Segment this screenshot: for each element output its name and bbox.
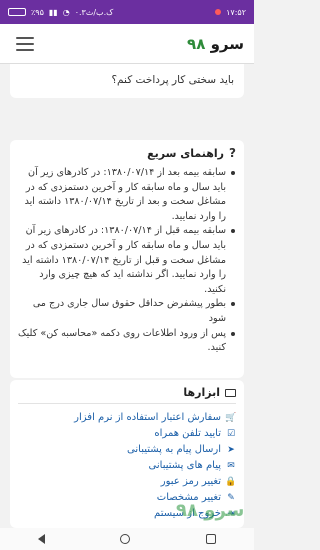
tool-link-support-messages[interactable]: ✉ پیام های پشتیبانی [18,458,236,474]
guide-item: سابقه بیمه قبل از ۱۳۸۰/۰۷/۱۴: در کادرهای… [16,224,236,297]
tool-link-label[interactable]: ارسال پیام به پشتیبانی [127,442,221,458]
signal-icon: ▮▮ [48,7,58,17]
status-right: ۱۷:۵۲ [215,8,246,17]
tools-header: ابزارها [18,386,236,404]
tool-link-change-password[interactable]: 🔒 تغییر رمز عبور [18,474,237,490]
home-icon[interactable] [120,534,131,544]
guide-item: پس از ورود اطلاعات روی دکمه «محاسبه کن» … [16,327,236,356]
tool-link-label[interactable]: تایید تلفن همراه [154,426,221,442]
app-header: سرو ۹۸ [0,24,254,64]
battery-level: ٪۹۵ [31,7,44,17]
status-time: ۱۷:۵۲ [226,7,246,17]
wifi-icon: ◔ [62,7,70,17]
question-card: باید سختی کار پرداخت کنم؟ [10,64,244,98]
guide-title: راهنمای سریع [147,146,225,160]
tool-link-order-credit[interactable]: 🛒 سفارش اعتبار استفاده از نرم افزار [18,410,236,426]
logo-number: ۹۸ [187,34,206,53]
tool-link-send-message[interactable]: ➤ ارسال پیام به پشتیبانی [18,442,236,458]
tool-link-label[interactable]: پیام های پشتیبانی [149,458,221,474]
menu-icon[interactable] [16,36,34,51]
status-bar: ٪۹۵ ▮▮ ◔ ۰.۳ک.ب/ث ۱۷:۵۲ [0,0,254,24]
monitor-icon [225,388,236,397]
check-square-icon: ☑ [226,429,236,439]
guide-item: سابقه بیمه بعد از ۱۳۸۰/۰۷/۱۴: در کادرهای… [16,166,236,224]
cart-icon: 🛒 [225,413,237,423]
system-nav-bar [0,528,254,550]
guide-list: سابقه بیمه بعد از ۱۳۸۰/۰۷/۱۴: در کادرهای… [16,166,236,356]
tools-title: ابزارها [183,386,220,399]
quick-guide-card: ? راهنمای سریع سابقه بیمه بعد از ۱۳۸۰/۰۷… [10,140,244,378]
guide-header: ? راهنمای سریع [16,146,236,160]
guide-item: بطور پیشفرض حداقل حقوق سال جاری درج می ش… [16,297,236,326]
app-logo[interactable]: سرو ۹۸ [187,35,244,53]
chat-icon: ✉ [227,461,235,471]
recent-apps-icon[interactable] [206,534,217,544]
back-icon[interactable] [37,534,45,544]
status-left: ٪۹۵ ▮▮ ◔ ۰.۳ک.ب/ث [8,8,113,17]
question-icon: ? [229,146,236,160]
tool-link-label[interactable]: تغییر رمز عبور [161,474,221,490]
network-speed: ۰.۳ک.ب/ث [74,7,114,17]
watermark-logo: سرو ۹۸ [176,500,245,521]
battery-icon [8,8,26,16]
tool-link-label[interactable]: سفارش اعتبار استفاده از نرم افزار [74,410,221,426]
lock-icon: 🔒 [225,477,237,487]
notification-icon [215,9,222,15]
send-icon: ➤ [227,445,235,455]
tool-link-verify-phone[interactable]: ☑ تایید تلفن همراه [18,426,236,442]
logo-text: سرو [210,34,244,53]
question-text: باید سختی کار پرداخت کنم؟ [111,74,234,86]
